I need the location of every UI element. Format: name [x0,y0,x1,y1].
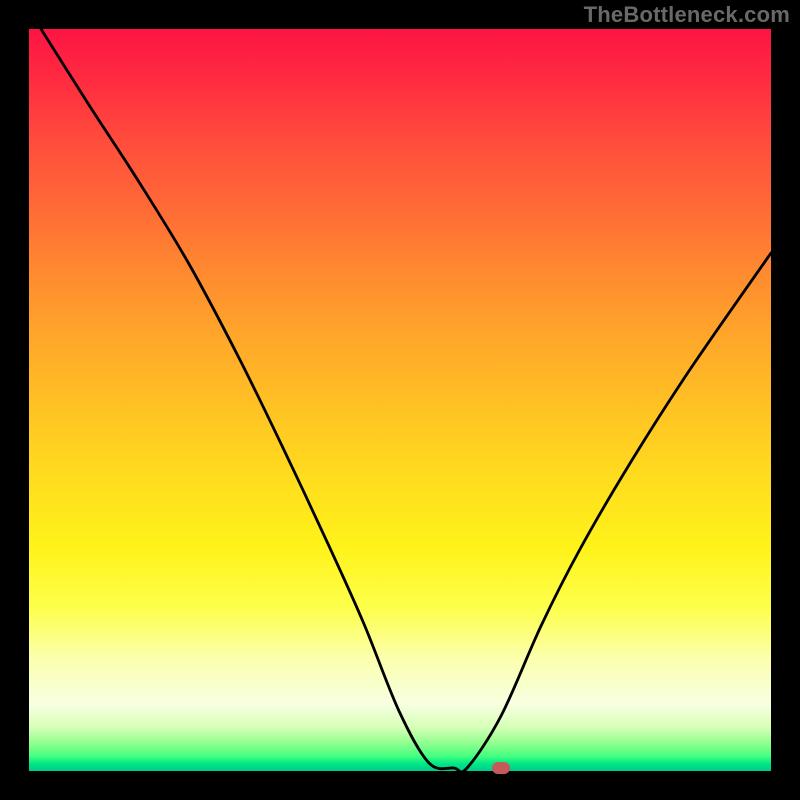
chart-frame: TheBottleneck.com [0,0,800,800]
optimum-marker [492,762,510,774]
watermark-text: TheBottleneck.com [584,2,790,28]
bottleneck-curve [29,29,771,771]
plot-area [29,29,771,771]
